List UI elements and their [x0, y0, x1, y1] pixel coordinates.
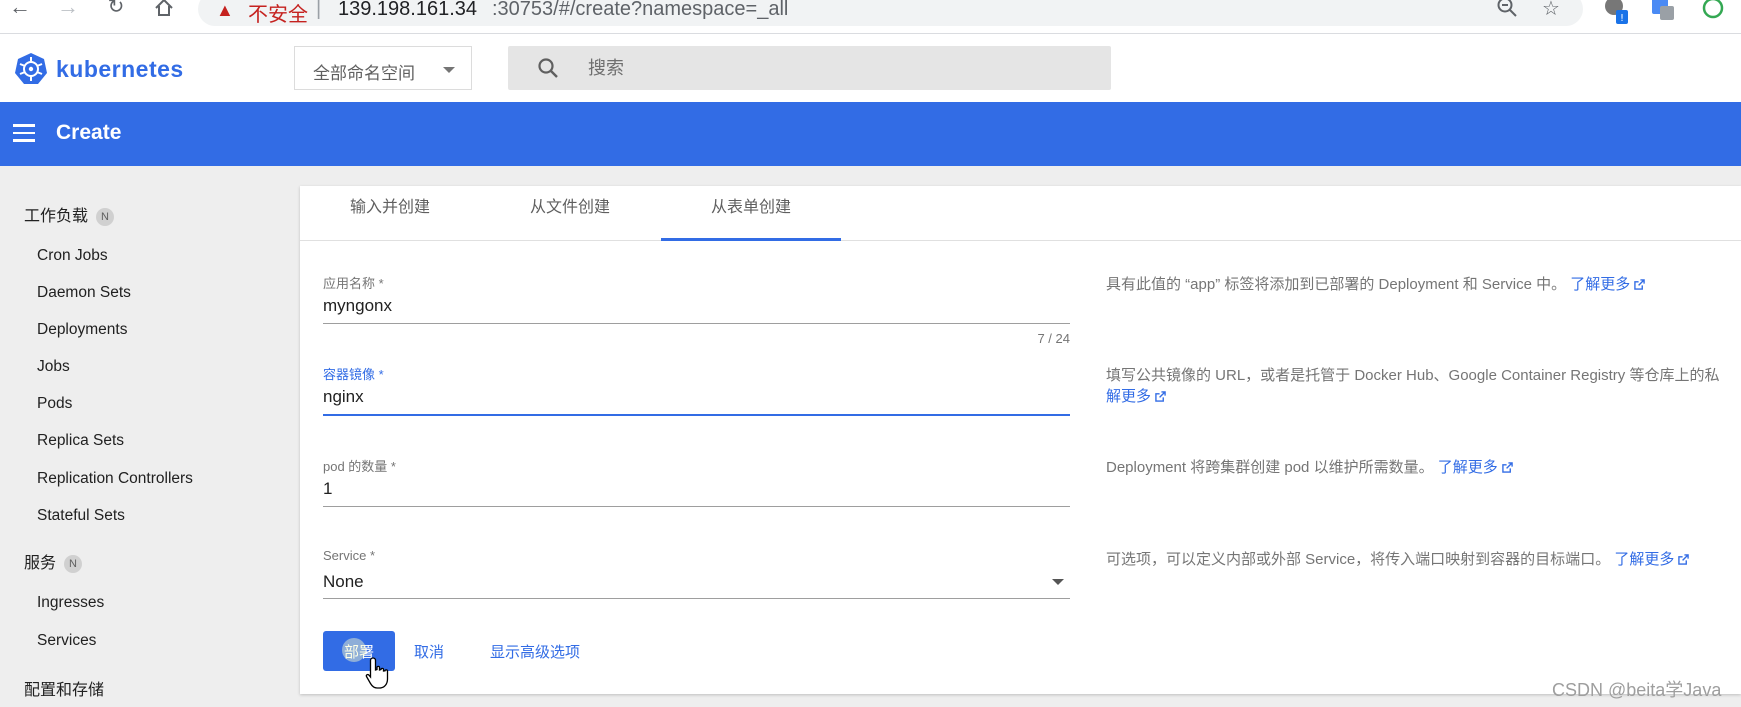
- open-in-new-icon: [1678, 554, 1690, 565]
- image-help: 填写公共镜像的 URL，或者是托管于 Docker Hub、Google Con…: [1106, 365, 1719, 407]
- page-header: Create: [0, 102, 1741, 166]
- insecure-label: 不安全: [248, 4, 308, 26]
- dropdown-arrow-icon: [443, 67, 455, 73]
- sidebar-item-deployments[interactable]: Deployments: [37, 321, 127, 339]
- pods-help-text: Deployment 将跨集群创建 pod 以维护所需数量。: [1106, 459, 1434, 476]
- service-help: 可选项，可以定义内部或外部 Service，将传入端口映射到容器的目标端口。 了…: [1106, 549, 1690, 570]
- service-underline: [323, 598, 1070, 599]
- pods-learn-more-link[interactable]: 了解更多: [1438, 459, 1513, 476]
- service-learn-more-link[interactable]: 了解更多: [1614, 551, 1690, 568]
- show-advanced-options-button[interactable]: 显示高级选项: [490, 631, 580, 671]
- address-bar[interactable]: ▲ 不安全 | 139.198.161.34 :30753/#/create?n…: [198, 0, 1583, 26]
- sidebar-category-workloads[interactable]: 工作负载 N: [24, 202, 115, 226]
- extension-icon[interactable]: !: [1602, 0, 1628, 24]
- sidebar-item-services[interactable]: Services: [37, 632, 96, 650]
- sidebar-item-cron-jobs[interactable]: Cron Jobs: [37, 247, 108, 265]
- brand-name[interactable]: kubernetes: [56, 56, 184, 83]
- image-label: 容器镜像 *: [323, 367, 384, 382]
- container-image-underline: [323, 414, 1070, 416]
- app-name-input[interactable]: [323, 293, 1070, 319]
- tab-create-from-file[interactable]: 从文件创建: [480, 186, 660, 241]
- namespaced-badge: N: [96, 208, 115, 226]
- sidebar-item-pods[interactable]: Pods: [37, 395, 72, 413]
- open-in-new-icon: [1634, 279, 1646, 290]
- pods-label: pod 的数量 *: [323, 459, 396, 474]
- image-learn-more-link[interactable]: 解更多: [1106, 386, 1719, 407]
- page-title: Create: [56, 121, 122, 144]
- create-tabs: 输入并创建 从文件创建 从表单创建: [300, 186, 1741, 241]
- reload-icon[interactable]: ↻: [104, 0, 128, 20]
- hamburger-menu-icon[interactable]: [13, 124, 35, 142]
- learn-more-label: 了解更多: [1437, 459, 1498, 476]
- home-icon[interactable]: [152, 0, 176, 17]
- sidebar-category-services[interactable]: 服务 N: [24, 549, 83, 573]
- hand-cursor-icon: [365, 657, 389, 689]
- sidebar-item-ingresses[interactable]: Ingresses: [37, 594, 104, 612]
- pod-count-underline: [323, 506, 1070, 507]
- browser-toolbar: ← → ↻ ▲ 不安全 | 139.198.161.34 :30753/#/cr…: [0, 0, 1741, 34]
- app-name-help-text: 具有此值的 “app” 标签将添加到已部署的 Deployment 和 Serv…: [1106, 276, 1567, 293]
- app-name-char-counter: 7 / 24: [1037, 331, 1070, 346]
- sidebar-category-config-storage[interactable]: 配置和存储: [24, 676, 104, 700]
- open-in-new-icon: [1501, 462, 1513, 473]
- sidebar-item-jobs[interactable]: Jobs: [37, 358, 70, 376]
- image-help-text: 填写公共镜像的 URL，或者是托管于 Docker Hub、Google Con…: [1106, 367, 1720, 384]
- create-form-card: 输入并创建 从文件创建 从表单创建 应用名称 * 7 / 24 具有此值的 “a…: [300, 186, 1741, 694]
- zoom-out-icon[interactable]: [1496, 0, 1518, 24]
- app-name-label: 应用名称 *: [323, 276, 384, 291]
- learn-more-label: 解更多: [1106, 388, 1152, 405]
- sidebar-item-replica-sets[interactable]: Replica Sets: [37, 432, 124, 450]
- learn-more-label: 了解更多: [1570, 276, 1631, 293]
- search-bar[interactable]: [508, 46, 1111, 90]
- tab-create-from-form[interactable]: 从表单创建: [661, 186, 841, 241]
- service-help-text: 可选项，可以定义内部或外部 Service，将传入端口映射到容器的目标端口。: [1106, 551, 1611, 568]
- profile-icon[interactable]: [1700, 0, 1726, 22]
- app-name-underline: [323, 323, 1070, 324]
- translate-icon[interactable]: [1650, 0, 1676, 22]
- service-label: Service *: [323, 548, 376, 563]
- svg-text:!: !: [1620, 13, 1624, 24]
- warning-icon: ▲: [216, 0, 234, 20]
- url-path: :30753/#/create?namespace=_all: [492, 0, 789, 20]
- tab-create-from-input[interactable]: 输入并创建: [300, 186, 480, 241]
- namespaced-badge: N: [64, 555, 83, 573]
- sidebar-item-daemon-sets[interactable]: Daemon Sets: [37, 284, 131, 302]
- namespace-select[interactable]: 全部命名空间: [294, 46, 472, 90]
- kubernetes-logo-icon[interactable]: [14, 52, 48, 86]
- cancel-button[interactable]: 取消: [414, 631, 444, 671]
- search-input[interactable]: [588, 54, 1088, 82]
- app-name-help: 具有此值的 “app” 标签将添加到已部署的 Deployment 和 Serv…: [1106, 274, 1646, 295]
- url-host: 139.198.161.34: [338, 0, 478, 20]
- active-tab-indicator: [661, 238, 841, 241]
- forward-icon[interactable]: →: [56, 0, 80, 20]
- pods-help: Deployment 将跨集群创建 pod 以维护所需数量。 了解更多: [1106, 457, 1513, 478]
- app-name-learn-more-link[interactable]: 了解更多: [1570, 276, 1646, 293]
- sidebar-nav: 工作负载 N Cron Jobs Daemon Sets Deployments …: [0, 166, 290, 707]
- container-image-input[interactable]: [323, 384, 1070, 410]
- sidebar-category-label: 工作负载: [24, 208, 89, 225]
- service-select[interactable]: None: [323, 569, 1070, 595]
- click-ripple: [342, 638, 366, 662]
- url-separator: |: [316, 0, 322, 20]
- sidebar-item-stateful-sets[interactable]: Stateful Sets: [37, 507, 125, 525]
- sidebar-category-label: 服务: [24, 555, 57, 572]
- app-toolbar: kubernetes 全部命名空间: [0, 34, 1741, 102]
- bookmark-star-icon[interactable]: ☆: [1542, 0, 1560, 21]
- pod-count-input[interactable]: [323, 476, 1070, 502]
- search-icon: [538, 58, 558, 78]
- sidebar-item-replication-controllers[interactable]: Replication Controllers: [37, 470, 193, 488]
- watermark-text: CSDN @beita学Java: [1552, 680, 1722, 700]
- dropdown-arrow-icon[interactable]: [1052, 579, 1064, 585]
- open-in-new-icon: [1155, 391, 1166, 402]
- namespace-select-value: 全部命名空间: [313, 64, 415, 83]
- back-icon[interactable]: ←: [8, 0, 32, 20]
- learn-more-label: 了解更多: [1614, 551, 1675, 568]
